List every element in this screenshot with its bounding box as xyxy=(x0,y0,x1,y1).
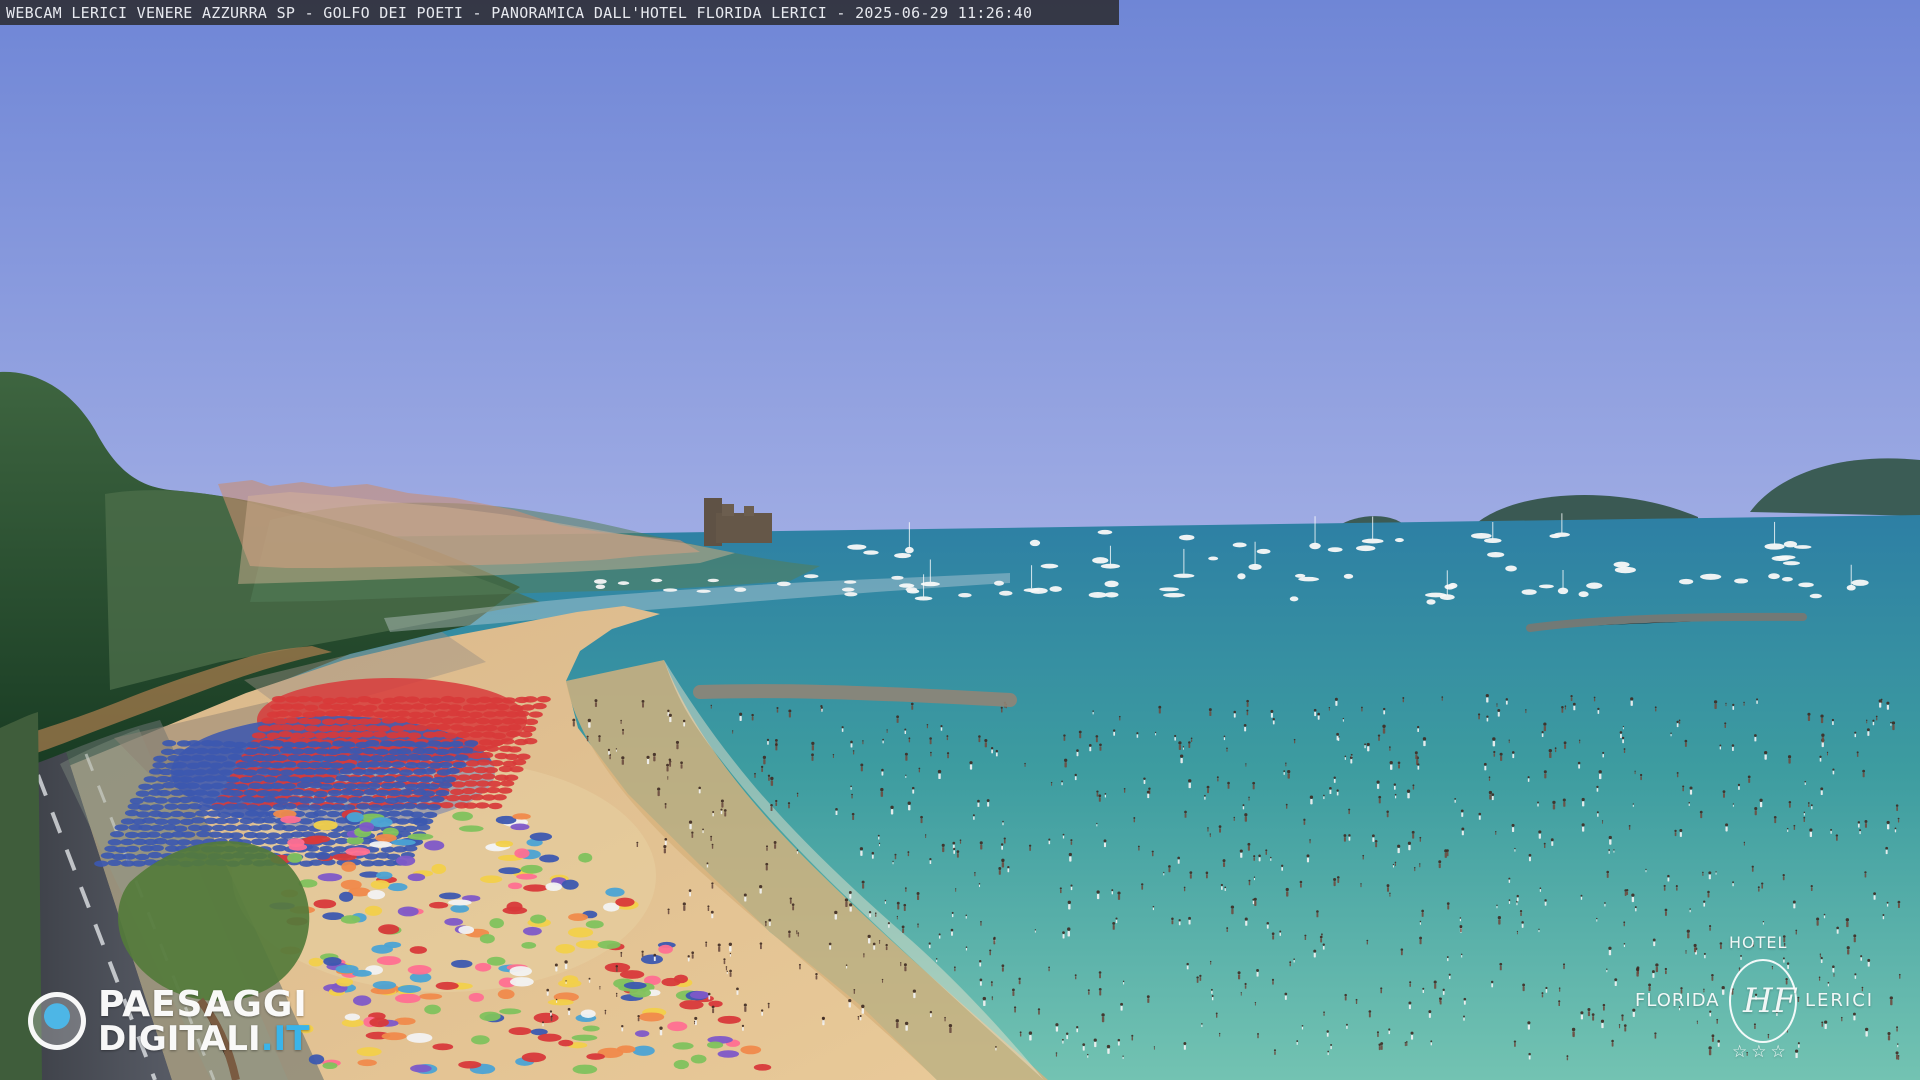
hotel-monogram-icon: HF xyxy=(1729,959,1797,1043)
webcam-frame: WEBCAM LERICI VENERE AZZURRA SP - GOLFO … xyxy=(0,0,1920,1080)
webcam-caption-text: WEBCAM LERICI VENERE AZZURRA SP - GOLFO … xyxy=(6,3,1033,22)
paesaggi-digitali-logo: PAESAGGI DIGITALI.IT xyxy=(28,986,338,1064)
beach-scene xyxy=(0,0,1920,1080)
hotel-florida-logo: HOTEL FLORIDA HF LERICI ☆☆☆ xyxy=(1635,934,1887,1066)
hotel-logo-stars: ☆☆☆ xyxy=(1732,1042,1790,1062)
paesaggi-logo-suffix: .IT xyxy=(260,1019,310,1059)
hotel-logo-right: LERICI xyxy=(1805,990,1875,1011)
paesaggi-digitali-logo-icon xyxy=(28,992,86,1050)
webcam-caption-bar: WEBCAM LERICI VENERE AZZURRA SP - GOLFO … xyxy=(0,0,1119,25)
paesaggi-logo-main: DIGITALI xyxy=(98,1019,261,1059)
paesaggi-logo-line2: DIGITALI.IT xyxy=(98,1021,309,1057)
hotel-logo-top: HOTEL xyxy=(1729,933,1788,952)
hotel-monogram-text: HF xyxy=(1743,981,1797,1021)
hotel-logo-left: FLORIDA xyxy=(1635,990,1720,1011)
